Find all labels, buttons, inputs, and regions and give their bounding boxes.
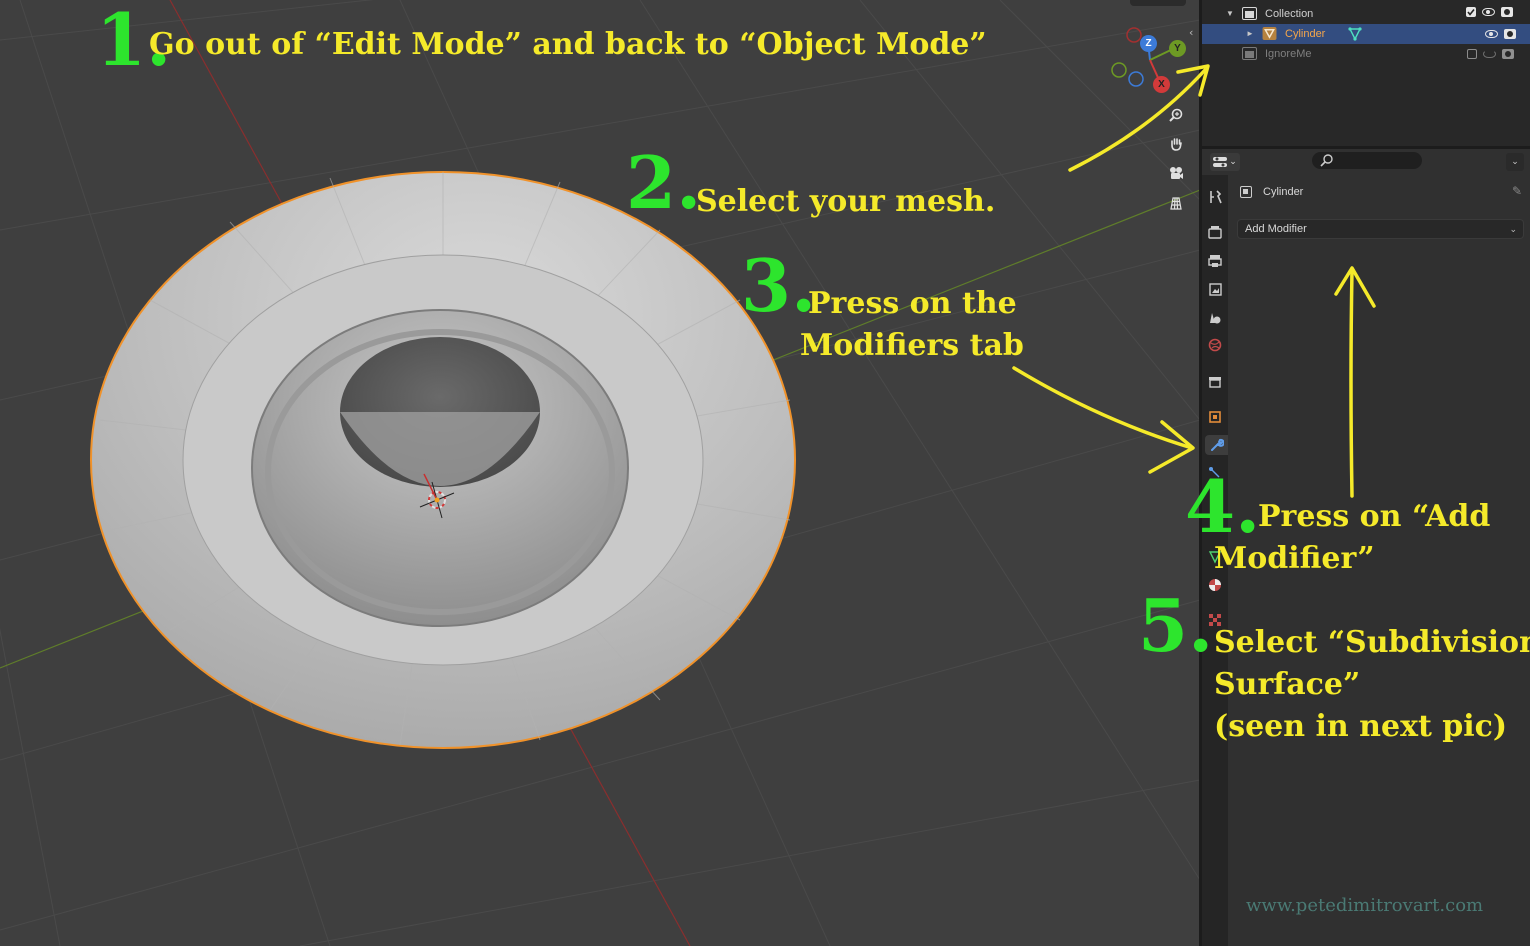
mesh-data-icon: [1208, 551, 1222, 564]
outliner-label: IgnoreMe: [1265, 48, 1312, 60]
output-icon: [1208, 255, 1222, 267]
properties-editor-icon: [1213, 157, 1228, 167]
collection-icon: [1242, 47, 1257, 60]
world-tab[interactable]: [1205, 335, 1225, 355]
zoom-icon[interactable]: [1164, 103, 1188, 127]
gizmo-y-axis-button[interactable]: Y: [1169, 40, 1186, 57]
particles-icon: [1209, 467, 1220, 478]
properties-search-input[interactable]: [1312, 152, 1422, 169]
add-modifier-dropdown[interactable]: Add Modifier ⌄: [1237, 219, 1524, 239]
hand-icon[interactable]: [1164, 132, 1188, 156]
outliner-controls: [1466, 7, 1513, 17]
view-layer-icon: [1209, 283, 1222, 296]
options-tab[interactable]: [1130, 0, 1186, 6]
properties-content: Cylinder ✎ Add Modifier ⌄: [1228, 175, 1530, 946]
texture-tab[interactable]: [1205, 610, 1225, 630]
outliner[interactable]: ▼ Collection ► Cylinder IgnoreMe: [1202, 0, 1530, 146]
chevron-down-icon: ⌄: [1511, 157, 1519, 167]
object-tab[interactable]: [1205, 407, 1225, 427]
collection-icon: [1209, 377, 1221, 388]
wrench-icon: [1210, 438, 1224, 451]
tool-icon: [1210, 190, 1222, 204]
z-axis-label: Z: [1145, 38, 1152, 49]
gizmo-x-axis-button[interactable]: X: [1153, 76, 1170, 93]
pin-icon[interactable]: ✎: [1512, 184, 1522, 198]
output-tab[interactable]: [1205, 251, 1225, 271]
grid-icon[interactable]: [1164, 191, 1188, 215]
render-icon: [1208, 226, 1222, 239]
expand-down-icon[interactable]: ▼: [1226, 9, 1234, 18]
data-tab[interactable]: [1205, 547, 1225, 567]
chevron-down-icon: ⌄: [1509, 224, 1517, 234]
gizmo-z-axis-button[interactable]: Z: [1140, 35, 1157, 52]
scene-icon: [1210, 313, 1221, 324]
properties-header: ⌄ ⌄: [1202, 149, 1530, 175]
camera-render-icon[interactable]: [1504, 29, 1516, 39]
render-tab[interactable]: [1205, 222, 1225, 242]
modifiers-tab[interactable]: [1205, 435, 1228, 455]
scene-tab[interactable]: [1205, 307, 1225, 327]
chevron-down-icon: ⌄: [1229, 157, 1237, 167]
world-icon: [1208, 338, 1222, 352]
sidebar-collapse-icon[interactable]: ‹: [1189, 26, 1193, 39]
object-icon: [1240, 186, 1252, 198]
object-icon: [1209, 411, 1221, 423]
checkbox[interactable]: [1467, 49, 1477, 59]
checkbox[interactable]: [1466, 7, 1476, 17]
view-layer-tab[interactable]: [1205, 279, 1225, 299]
eye-icon[interactable]: [1485, 30, 1498, 38]
collection-icon: [1242, 7, 1257, 20]
outliner-label: Collection: [1265, 8, 1314, 20]
outliner-controls: [1485, 29, 1516, 39]
outliner-row-collection[interactable]: ▼ Collection: [1202, 4, 1530, 24]
y-axis-label: Y: [1174, 43, 1181, 54]
material-icon: [1209, 579, 1221, 591]
editor-type-button[interactable]: ⌄: [1210, 153, 1240, 171]
particles-tab[interactable]: [1205, 463, 1225, 483]
3d-viewport[interactable]: Z Y X ‹: [0, 0, 1200, 946]
camera-icon[interactable]: [1164, 161, 1188, 185]
eye-icon[interactable]: [1482, 8, 1495, 16]
object-name: Cylinder: [1263, 186, 1304, 198]
x-axis-label: X: [1158, 79, 1165, 90]
properties-tabs: [1202, 175, 1228, 946]
outliner-row-cylinder[interactable]: ► Cylinder: [1202, 24, 1530, 44]
eye-closed-icon[interactable]: [1483, 50, 1496, 58]
camera-render-icon[interactable]: [1502, 49, 1514, 59]
header-options-button[interactable]: ⌄: [1506, 153, 1524, 171]
texture-icon: [1209, 614, 1221, 626]
mesh-object-icon: [1262, 27, 1277, 40]
camera-render-icon[interactable]: [1501, 7, 1513, 17]
outliner-label: Cylinder: [1285, 28, 1326, 40]
mesh-data-icon[interactable]: [1348, 27, 1362, 41]
expand-right-icon[interactable]: ►: [1246, 29, 1254, 38]
material-tab[interactable]: [1205, 575, 1225, 595]
cylinder-mesh[interactable]: [90, 171, 796, 749]
outliner-controls: [1467, 49, 1514, 59]
add-modifier-label: Add Modifier: [1245, 223, 1307, 235]
search-icon: [1320, 154, 1333, 167]
outliner-row-ignoreme[interactable]: IgnoreMe: [1202, 44, 1530, 64]
tool-tab[interactable]: [1205, 187, 1225, 207]
viewport-scene: [0, 0, 1200, 946]
collection-tab[interactable]: [1205, 372, 1225, 392]
